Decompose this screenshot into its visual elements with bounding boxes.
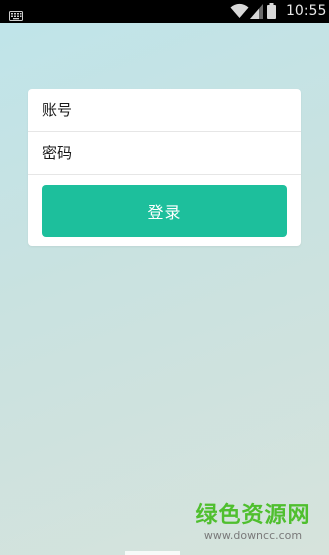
watermark-url: www.downcc.com bbox=[203, 529, 303, 542]
bottom-divider bbox=[125, 551, 180, 555]
account-input[interactable] bbox=[28, 89, 301, 131]
login-card: 登录 bbox=[28, 89, 301, 246]
login-button[interactable]: 登录 bbox=[42, 185, 287, 237]
status-bar: 10:55 bbox=[0, 0, 329, 23]
watermark-title: 绿色资源网 bbox=[195, 503, 311, 528]
login-screen: 10:55 登录 绿色资源网 www.downcc.com bbox=[0, 0, 329, 555]
signal-icon bbox=[250, 4, 263, 23]
keyboard-icon bbox=[9, 6, 23, 25]
password-input[interactable] bbox=[28, 132, 301, 174]
battery-icon bbox=[267, 3, 276, 23]
watermark: 绿色资源网 www.downcc.com bbox=[190, 503, 316, 542]
status-time: 10:55 bbox=[286, 3, 327, 19]
password-row bbox=[28, 132, 301, 175]
account-row bbox=[28, 89, 301, 132]
wifi-icon bbox=[230, 3, 249, 23]
